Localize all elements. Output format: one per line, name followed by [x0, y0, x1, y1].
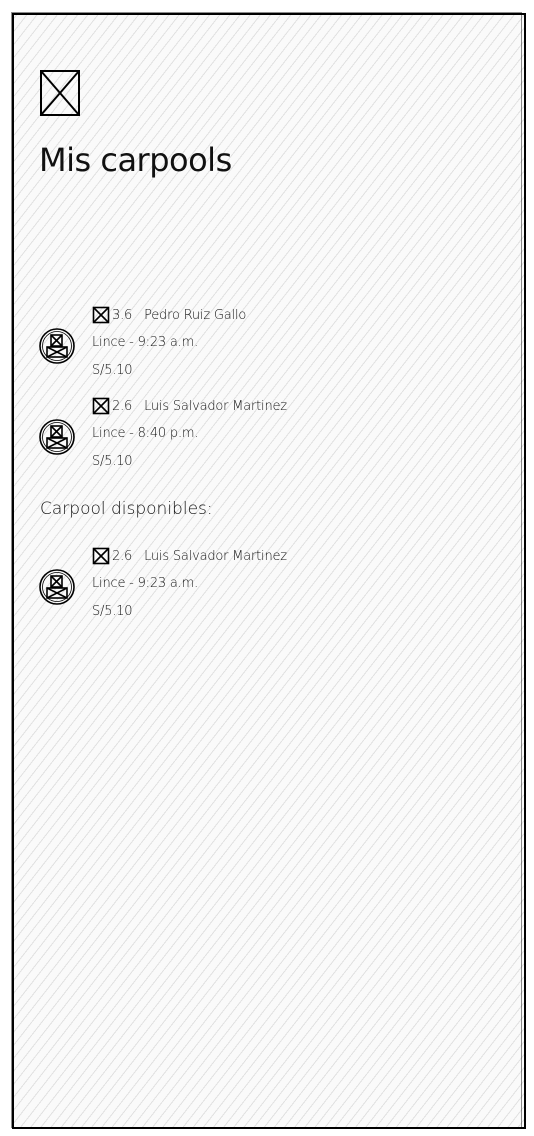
driver-name: Pedro Ruiz Gallo — [144, 307, 247, 323]
carpool-header-line: 2.6 Luis Salvador Martinez — [92, 547, 287, 565]
rating-icon — [92, 547, 110, 565]
driver-rating: 2.6 — [112, 548, 133, 564]
user-avatar-icon — [38, 418, 76, 456]
user-avatar-icon — [38, 327, 76, 365]
page-title: Mis carpools — [39, 141, 232, 179]
carpool-card[interactable]: 2.6 Luis Salvador Martinez Lince - 9:23 … — [36, 547, 336, 640]
carpool-price: S/5.10 — [92, 363, 133, 378]
carpool-header-line: 2.6 Luis Salvador Martinez — [92, 397, 287, 415]
available-section-label: Carpool disponibles: — [40, 499, 213, 519]
phone-screen: Mis carpools 3.6 Pedro Ruiz Gallo Lince … — [11, 12, 526, 1129]
carpool-header-line: 3.6 Pedro Ruiz Gallo — [92, 306, 246, 324]
carpool-card[interactable]: 3.6 Pedro Ruiz Gallo Lince - 9:23 a.m. S… — [36, 306, 336, 399]
rating-icon — [92, 306, 110, 324]
carpool-route: Lince - 9:23 a.m. — [92, 335, 199, 350]
carpool-price: S/5.10 — [92, 454, 133, 469]
driver-name: Luis Salvador Martinez — [144, 398, 287, 414]
driver-name: Luis Salvador Martinez — [144, 548, 287, 564]
carpool-route: Lince - 9:23 a.m. — [92, 576, 199, 591]
driver-rating: 2.6 — [112, 398, 133, 414]
carpool-route: Lince - 8:40 p.m. — [92, 426, 199, 441]
carpool-price: S/5.10 — [92, 604, 133, 619]
header-image-placeholder-icon[interactable] — [39, 69, 81, 117]
driver-rating: 3.6 — [112, 307, 133, 323]
user-avatar-icon — [38, 568, 76, 606]
rating-icon — [92, 397, 110, 415]
carpool-card[interactable]: 2.6 Luis Salvador Martinez Lince - 8:40 … — [36, 397, 336, 490]
